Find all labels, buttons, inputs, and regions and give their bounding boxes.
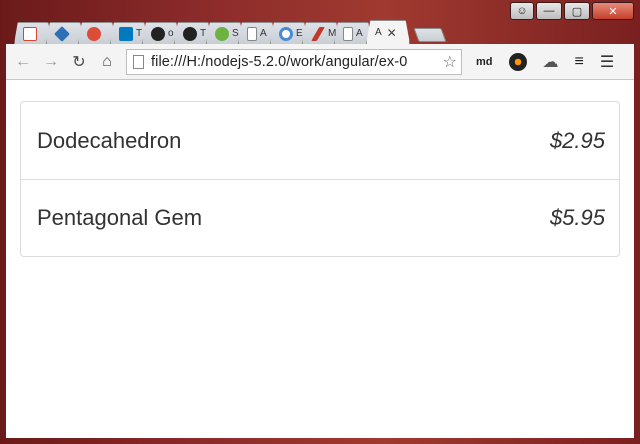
- product-list: Dodecahedron $2.95 Pentagonal Gem $5.95: [20, 101, 620, 257]
- tab-title: A: [375, 27, 382, 38]
- tab-trello[interactable]: T: [110, 22, 148, 44]
- home-icon[interactable]: ⌂: [96, 51, 118, 73]
- cloud-icon[interactable]: ☁: [543, 52, 559, 72]
- tab-circle[interactable]: E: [270, 22, 308, 44]
- tab-page-1[interactable]: A: [238, 22, 276, 44]
- browser-window: ☺ — ▢ ✕ T o T S A E M A A ✕ ← → ↻ ⌂ file…: [0, 0, 640, 444]
- window-controls: ☺ — ▢ ✕: [510, 2, 634, 20]
- tab-active[interactable]: A ✕: [366, 20, 410, 44]
- drive-icon: [54, 25, 70, 42]
- github-icon: [183, 26, 197, 41]
- maximize-icon[interactable]: ▢: [564, 2, 590, 20]
- tab-title: T: [200, 28, 207, 39]
- google-plus-icon: [87, 26, 101, 41]
- extension-bars-icon[interactable]: ≡: [575, 53, 584, 71]
- product-name: Pentagonal Gem: [37, 205, 203, 230]
- forward-arrow-icon[interactable]: →: [40, 51, 62, 73]
- page-icon: [343, 26, 353, 41]
- tab-google-plus[interactable]: [78, 22, 116, 44]
- tab-close-icon[interactable]: ✕: [387, 26, 397, 40]
- minimize-icon[interactable]: —: [536, 2, 562, 20]
- tab-page-2[interactable]: A: [334, 22, 372, 44]
- tab-strip: T o T S A E M A A ✕: [14, 20, 534, 44]
- tab-github-2[interactable]: T: [174, 22, 212, 44]
- tab-title: A: [260, 28, 267, 39]
- reload-icon[interactable]: ↻: [68, 51, 90, 73]
- tab-gmail[interactable]: [14, 22, 52, 44]
- page-icon: [247, 26, 257, 41]
- new-tab-button[interactable]: [413, 28, 447, 42]
- back-arrow-icon[interactable]: ←: [12, 51, 34, 73]
- markdown-extension-button[interactable]: md: [476, 56, 493, 68]
- page-content: Dodecahedron $2.95 Pentagonal Gem $5.95: [6, 80, 634, 438]
- browser-toolbar: ← → ↻ ⌂ file:///H:/nodejs-5.2.0/work/ang…: [6, 44, 634, 80]
- user-icon[interactable]: ☺: [510, 2, 534, 20]
- github-icon: [151, 26, 165, 41]
- spring-icon: [215, 26, 229, 41]
- tab-github-1[interactable]: o: [142, 22, 180, 44]
- tab-title: E: [296, 28, 303, 39]
- close-icon[interactable]: ✕: [592, 2, 634, 20]
- product-price: $5.95: [549, 205, 605, 230]
- address-bar[interactable]: file:///H:/nodejs-5.2.0/work/angular/ex-…: [126, 48, 462, 75]
- menu-icon[interactable]: ☰: [600, 52, 614, 72]
- trello-icon: [119, 26, 133, 41]
- tab-title: M: [328, 28, 337, 39]
- feather-icon: [311, 26, 325, 41]
- product-name: Dodecahedron: [37, 127, 182, 153]
- tab-title: S: [232, 28, 239, 39]
- page-icon: [133, 54, 144, 69]
- url-text[interactable]: file:///H:/nodejs-5.2.0/work/angular/ex-…: [151, 54, 443, 70]
- tab-feather[interactable]: M: [302, 22, 340, 44]
- tab-title: T: [136, 28, 143, 39]
- tab-title: A: [356, 28, 363, 39]
- list-item: Dodecahedron $2.95: [21, 102, 619, 179]
- tab-drive[interactable]: [46, 22, 84, 44]
- tab-title: o: [168, 28, 174, 39]
- color-picker-extension-icon[interactable]: [508, 52, 527, 71]
- circle-icon: [279, 26, 293, 41]
- product-price: $2.95: [549, 127, 605, 153]
- list-item: Pentagonal Gem $5.95: [21, 179, 619, 256]
- tab-spring[interactable]: S: [206, 22, 244, 44]
- star-icon[interactable]: ☆: [443, 52, 457, 72]
- gmail-icon: [23, 26, 37, 41]
